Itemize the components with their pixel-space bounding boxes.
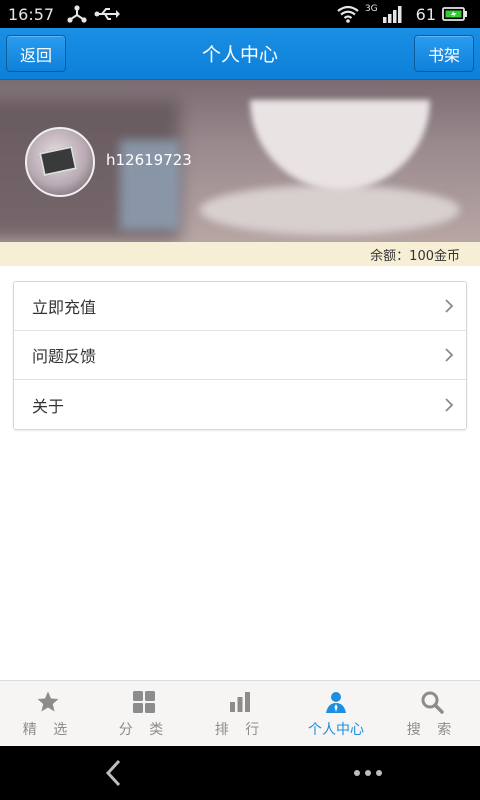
bottom-tab-bar: 精 选 分 类 排 行 个人中心 搜 索 (0, 680, 480, 746)
profile-banner: h12619723 (0, 80, 480, 242)
chevron-right-icon (442, 397, 456, 412)
person-icon (323, 689, 349, 715)
avatar[interactable] (25, 127, 95, 197)
battery-icon (442, 4, 468, 24)
menu-item-about[interactable]: 关于 (14, 380, 466, 429)
tab-ranking[interactable]: 排 行 (192, 681, 288, 746)
tab-featured[interactable]: 精 选 (0, 681, 96, 746)
username: h12619723 (106, 151, 192, 169)
bookshelf-button[interactable]: 书架 (414, 35, 474, 72)
tab-label: 搜 索 (406, 721, 458, 738)
bar-chart-icon (227, 689, 253, 715)
status-bar: 16:57 3G 61 (0, 0, 480, 28)
tab-categories[interactable]: 分 类 (96, 681, 192, 746)
star-icon (35, 689, 61, 715)
balance-bar: 余额：100金币 (0, 242, 480, 266)
more-options-icon[interactable] (350, 758, 386, 788)
screen: 16:57 3G 61 返回 个人中心 书架 h12619723 余额：100金… (0, 0, 480, 800)
menu-item-label: 关于 (32, 396, 65, 416)
grid-icon (131, 689, 157, 715)
system-back-icon[interactable] (98, 758, 128, 788)
tab-label: 个人中心 (308, 721, 364, 738)
wifi-icon (335, 4, 361, 24)
signal-icon (380, 4, 406, 24)
chevron-right-icon (442, 348, 456, 362)
network-type-label: 3G (364, 4, 378, 14)
system-navigation-bar (0, 746, 480, 800)
battery-percent: 61 (415, 4, 436, 24)
menu-item-label: 问题反馈 (32, 347, 97, 366)
tab-label: 精 选 (22, 721, 74, 738)
tab-search[interactable]: 搜 索 (384, 681, 480, 746)
back-button[interactable]: 返回 (6, 35, 66, 72)
status-time: 16:57 (8, 4, 55, 24)
page-title: 个人中心 (201, 44, 278, 66)
tab-label: 排 行 (214, 721, 266, 738)
share-icon (64, 4, 90, 24)
balance-text: 余额：100金币 (370, 248, 460, 264)
menu-item-feedback[interactable]: 问题反馈 (14, 331, 466, 380)
tab-label: 分 类 (118, 721, 170, 738)
chevron-right-icon (442, 299, 456, 313)
search-icon (419, 689, 445, 715)
tab-personal-center[interactable]: 个人中心 (288, 681, 384, 746)
settings-menu: 立即充值 问题反馈 关于 (13, 281, 467, 430)
menu-item-recharge[interactable]: 立即充值 (14, 282, 466, 331)
app-header: 返回 个人中心 书架 (0, 28, 480, 80)
menu-item-label: 立即充值 (32, 298, 97, 317)
usb-icon (94, 4, 121, 24)
